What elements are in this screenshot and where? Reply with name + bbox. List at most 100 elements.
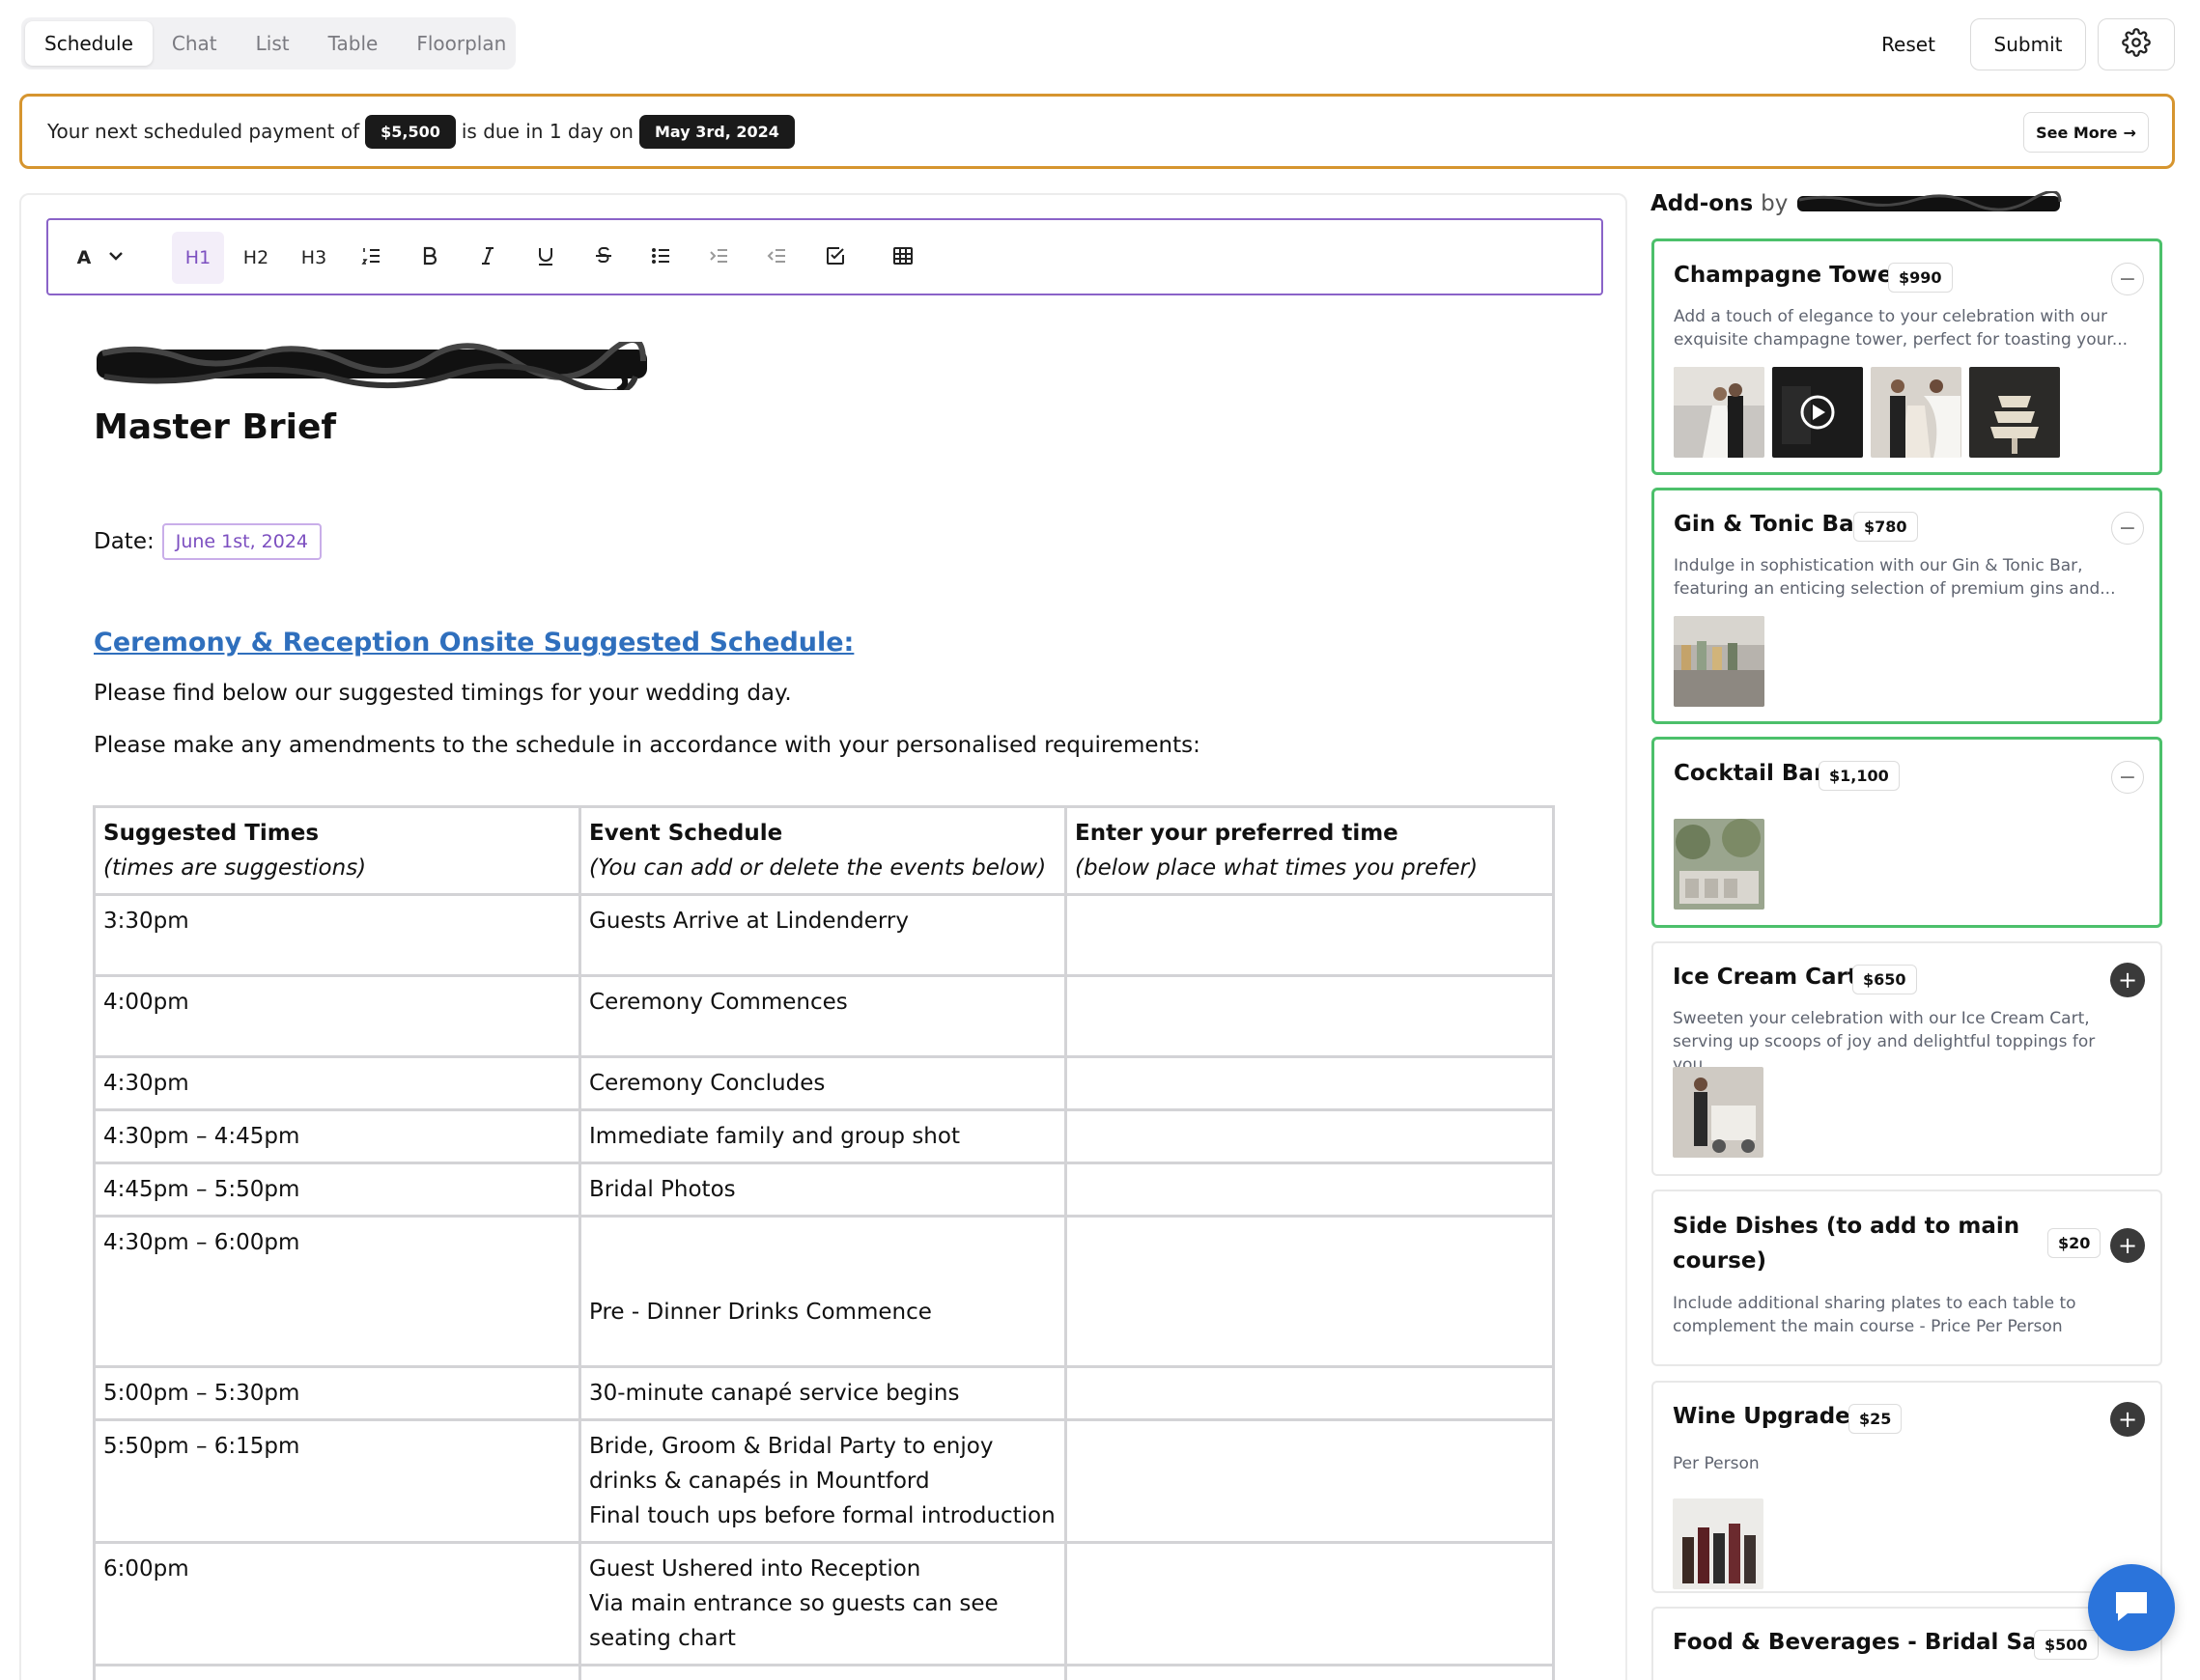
document-title: Master Brief [94,407,337,447]
heading-3-button[interactable]: H3 [288,232,340,284]
chat-button[interactable] [2088,1564,2175,1651]
bullet-list-button[interactable] [635,232,688,284]
schedule-heading-link[interactable]: Ceremony & Reception Onsite Suggested Sc… [94,628,854,658]
add-addon-button[interactable]: + [2110,1402,2145,1437]
addon-photo[interactable] [1969,367,2060,458]
preferred-time-cell[interactable] [1064,1108,1555,1164]
preferred-time-cell[interactable] [1064,1541,1555,1666]
tab-chat[interactable]: Chat [153,21,237,66]
redacted-heading [97,342,647,390]
redacted-vendor-name [1797,191,2062,211]
addon-card-wine-upgrades[interactable]: Wine Upgrades $25 + Per Person [1651,1381,2162,1593]
time-cell[interactable]: 6:00pm [92,1541,582,1666]
table-icon [891,244,915,272]
event-cell[interactable]: Bride, Groom & Bridal Party to enjoy dri… [578,1418,1068,1544]
tab-list[interactable]: List [237,21,309,66]
time-cell[interactable]: 4:30pm – 4:45pm [92,1108,582,1164]
event-cell[interactable]: Bridal Photos [578,1162,1068,1218]
addon-video[interactable] [1772,367,1863,458]
preferred-time-cell[interactable] [1064,1215,1555,1368]
addon-card-gin-tonic-bar[interactable]: Gin & Tonic Bar $780 − Indulge in sophis… [1651,488,2162,724]
event-cell[interactable]: Guests Arrive at Lindenderry [578,893,1068,977]
schedule-table: Suggested Times (times are suggestions) E… [92,805,1555,1680]
payment-amount-badge: $5,500 [365,114,456,149]
addon-card-ice-cream-cart[interactable]: Ice Cream Cart $650 + Sweeten your celeb… [1651,941,2162,1176]
addon-card-bridal-salon[interactable]: Food & Beverages - Bridal Salon $500 [1651,1607,2162,1680]
ordered-list-button[interactable] [346,232,398,284]
banner-middle: is due in 1 day on [461,120,634,143]
addon-price: $25 [1848,1404,1903,1434]
addon-photo[interactable] [1674,819,1764,910]
submit-button[interactable]: Submit [1970,18,2086,70]
table-row: 3:30pm Guests Arrive at Lindenderry [92,893,1555,977]
insert-table-button[interactable] [877,232,929,284]
strikethrough-button[interactable] [578,232,630,284]
addon-photo[interactable] [1674,367,1764,458]
time-cell[interactable]: 5:00pm – 5:30pm [92,1365,582,1421]
tab-table[interactable]: Table [309,21,398,66]
see-more-button[interactable]: See More → [2023,112,2149,153]
table-row: 4:00pm Ceremony Commences [92,974,1555,1058]
addon-price: $990 [1888,263,1953,293]
heading-2-button[interactable]: H2 [230,232,282,284]
event-cell[interactable]: Immediate family and group shot [578,1108,1068,1164]
checklist-button[interactable] [809,232,861,284]
settings-button[interactable] [2098,18,2175,70]
remove-addon-button[interactable]: − [2111,512,2144,545]
indent-button[interactable] [693,232,746,284]
addon-name: Food & Beverages - Bridal Salon [1673,1630,2076,1655]
event-cell[interactable]: Pre - Dinner Drinks Commence [578,1215,1068,1368]
preferred-time-cell[interactable] [1064,893,1555,977]
header-title: Enter your preferred time [1075,821,1398,846]
indent-icon [708,244,731,272]
minus-icon: − [2118,765,2137,790]
addon-name: Ice Cream Cart [1673,965,1858,990]
time-cell[interactable]: 4:30pm [92,1055,582,1111]
italic-button[interactable] [462,232,514,284]
header-subtitle: (You can add or delete the events below) [589,855,1047,881]
add-addon-button[interactable]: + [2110,1228,2145,1263]
addon-photo[interactable] [1673,1498,1763,1589]
outdent-button[interactable] [751,232,804,284]
preferred-time-cell[interactable] [1064,1418,1555,1544]
addon-card-champagne-tower[interactable]: Champagne Tower $990 − Add a touch of el… [1651,238,2162,475]
bold-button[interactable] [404,232,456,284]
time-cell[interactable]: 5:50pm – 6:15pm [92,1418,582,1544]
tab-floorplan[interactable]: Floorplan [397,21,525,66]
preferred-time-cell[interactable] [1064,1055,1555,1111]
event-cell[interactable]: 5 HR Beverage package commences [578,1664,1068,1680]
remove-addon-button[interactable]: − [2111,761,2144,794]
addon-photo[interactable] [1871,367,1961,458]
add-addon-button[interactable]: + [2110,963,2145,997]
underline-icon [534,244,557,272]
preferred-time-cell[interactable] [1064,1162,1555,1218]
tab-schedule[interactable]: Schedule [25,21,153,66]
event-cell[interactable]: Ceremony Concludes [578,1055,1068,1111]
underline-button[interactable] [520,232,572,284]
reset-button[interactable]: Reset [1860,21,1957,68]
time-cell[interactable]: 4:45pm – 5:50pm [92,1162,582,1218]
addon-photo[interactable] [1673,1067,1763,1158]
addon-card-cocktail-bar[interactable]: Cocktail Bar $1,100 − [1651,737,2162,928]
preferred-time-cell[interactable] [1064,974,1555,1058]
time-cell[interactable]: 4:30pm – 6:00pm [92,1215,582,1368]
date-chip[interactable]: June 1st, 2024 [161,523,323,560]
time-cell[interactable]: 3:30pm [92,893,582,977]
addon-photo[interactable] [1674,616,1764,707]
remove-addon-button[interactable]: − [2111,263,2144,295]
header-subtitle: (times are suggestions) [103,855,367,881]
minus-icon: − [2118,266,2137,292]
font-dropdown[interactable]: A [68,232,137,284]
addon-price: $20 [2047,1228,2101,1258]
chevron-down-icon [104,244,127,272]
event-cell[interactable]: 30-minute canapé service begins [578,1365,1068,1421]
addons-by: by [1761,191,1789,216]
time-cell[interactable]: 4:00pm [92,974,582,1058]
time-cell[interactable]: 6:00pm [92,1664,582,1680]
preferred-time-cell[interactable] [1064,1664,1555,1680]
event-cell[interactable]: Ceremony Commences [578,974,1068,1058]
heading-1-button[interactable]: H1 [172,232,224,284]
preferred-time-cell[interactable] [1064,1365,1555,1421]
addon-card-side-dishes[interactable]: Side Dishes (to add to main course) $20 … [1651,1190,2162,1366]
event-cell[interactable]: Guest Ushered into Reception Via main en… [578,1541,1068,1666]
